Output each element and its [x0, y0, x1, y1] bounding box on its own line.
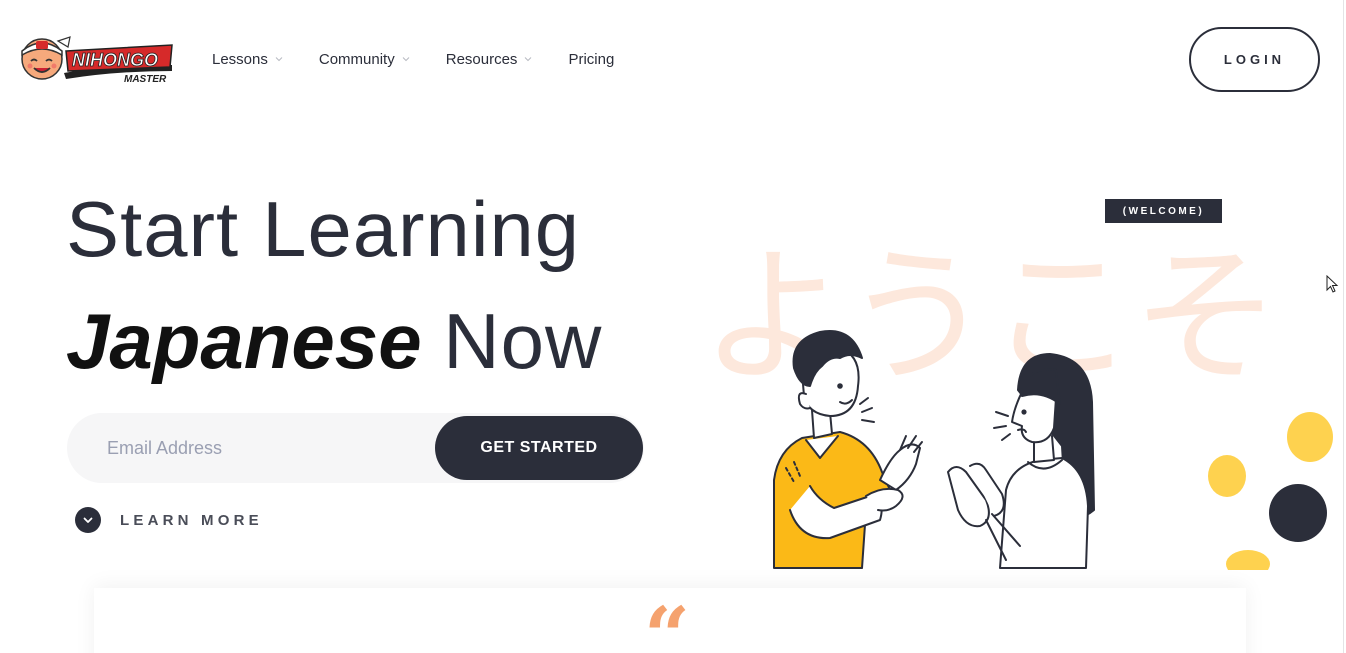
nav-item-label: Resources [445, 50, 518, 68]
nav-item-lessons[interactable]: Lessons [212, 48, 283, 70]
nav-item-community[interactable]: Community [319, 48, 410, 70]
get-started-button[interactable]: GET STARTED [435, 416, 643, 480]
hero-heading-line2: Japanese Now [66, 302, 602, 380]
hero-heading-bold-word: Japanese [66, 297, 422, 385]
nav-item-resources[interactable]: Resources [446, 48, 533, 70]
hero-heading-light-word: Now [443, 297, 603, 385]
chevron-down-icon [275, 57, 283, 62]
learn-more-link[interactable]: LEARN MORE [75, 507, 263, 533]
chevron-down-circle-icon [75, 507, 101, 533]
main-nav: Lessons Community Resources Pricing [212, 48, 650, 70]
nav-item-label: Community [318, 50, 395, 68]
email-signup-form: GET STARTED [67, 413, 644, 483]
nav-item-pricing[interactable]: Pricing [568, 48, 614, 70]
logo-text: NIHONGO [72, 50, 158, 70]
hero-heading-line1: Start Learning [66, 185, 581, 273]
welcome-badge: (WELCOME) [1105, 199, 1222, 223]
welcome-kana: ようこそ [700, 231, 1276, 403]
learn-more-label: LEARN MORE [120, 511, 263, 529]
nav-item-label: Pricing [568, 50, 615, 68]
email-field[interactable] [107, 413, 427, 483]
page-edge-divider [1343, 0, 1344, 653]
chevron-down-icon [525, 57, 532, 62]
nihongo-master-logo[interactable]: NIHONGO MASTER [16, 33, 176, 85]
login-button[interactable]: LOGIN [1189, 27, 1320, 92]
nav-item-label: Lessons [212, 50, 268, 68]
mouse-cursor-icon [1326, 275, 1339, 293]
chevron-down-icon [402, 57, 410, 62]
welcome-illustration: ようこそ [700, 231, 1333, 570]
quote-mark-icon: “ [644, 589, 691, 653]
logo-subtext: MASTER [124, 74, 167, 85]
